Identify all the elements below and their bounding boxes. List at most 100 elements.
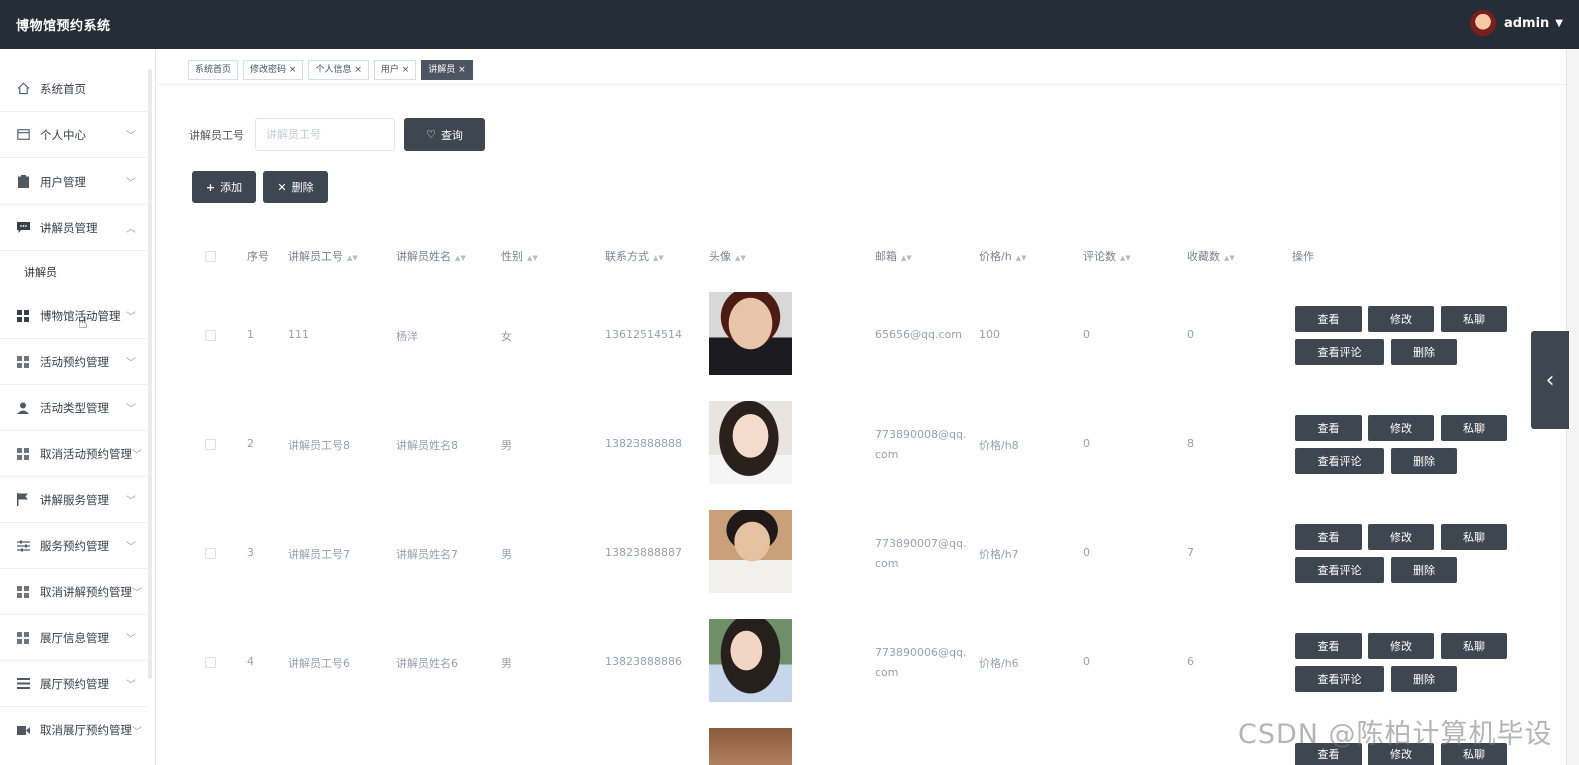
caret-down-icon[interactable]: ▼	[1555, 18, 1563, 29]
sidebar-item-guides[interactable]: 讲解员管理 ︿	[0, 205, 148, 251]
person-icon	[16, 401, 30, 415]
row-checkbox[interactable]	[205, 657, 216, 668]
chat-button[interactable]: 私聊	[1441, 415, 1507, 441]
guide-photo[interactable]	[709, 292, 792, 375]
sidebar-item-activity-booking[interactable]: 活动预约管理 ﹀	[0, 339, 148, 385]
th-favorites[interactable]: 收藏数 ▲▼	[1187, 248, 1235, 264]
guide-photo[interactable]	[709, 401, 792, 484]
tab-home[interactable]: 系统首页	[188, 60, 239, 80]
row-checkbox[interactable]	[205, 330, 216, 341]
row-delete-button[interactable]: 删除	[1391, 448, 1457, 474]
view-button[interactable]: 查看	[1295, 524, 1362, 550]
tab-label: 讲解员	[428, 65, 456, 75]
chat-button[interactable]: 私聊	[1441, 633, 1507, 659]
sidebar-item-hall-info[interactable]: 展厅信息管理 ﹀	[0, 615, 148, 661]
view-button[interactable]: 查看	[1295, 415, 1362, 441]
sidebar-item-home[interactable]: 系统首页	[0, 66, 148, 112]
sidebar-subitem-guides[interactable]: 讲解员	[0, 251, 148, 293]
cell-guide-id: 讲解员工号8	[288, 439, 350, 452]
sidebar-item-label: 讲解服务管理	[40, 492, 109, 507]
th-index: 序号	[247, 248, 269, 264]
tab-users[interactable]: 用户 ×	[373, 60, 417, 80]
view-reviews-button[interactable]: 查看评论	[1295, 339, 1384, 365]
row-delete-button[interactable]: 删除	[1391, 557, 1457, 583]
close-icon[interactable]: ×	[399, 65, 410, 75]
username[interactable]: admin	[1504, 16, 1549, 31]
row-delete-button[interactable]: 删除	[1391, 339, 1457, 365]
chevron-down-icon: ﹀	[132, 588, 142, 599]
avatar[interactable]	[1469, 10, 1496, 36]
list-icon	[16, 677, 30, 691]
cell-guide-name: 讲解员姓名8	[396, 439, 458, 452]
sort-icon[interactable]: ▲▼	[527, 254, 538, 262]
sidebar-item-cancel-hall[interactable]: 取消展厅预约管理 ﹀	[0, 707, 148, 753]
sort-icon[interactable]: ▲▼	[455, 254, 466, 262]
tab-personal-info[interactable]: 个人信息 ×	[308, 60, 369, 80]
sort-icon[interactable]: ▲▼	[901, 254, 912, 262]
th-price[interactable]: 价格/h ▲▼	[979, 248, 1026, 264]
close-icon[interactable]: ×	[455, 65, 466, 75]
tab-bar: 系统首页 修改密码 × 个人信息 × 用户 × 讲解员 ×	[188, 60, 478, 80]
search-button[interactable]: ♡ 查询	[404, 118, 485, 151]
view-button[interactable]: 查看	[1295, 633, 1362, 659]
cell-email: 65656@qq.com	[875, 328, 962, 341]
row-checkbox[interactable]	[205, 548, 216, 559]
guide-photo[interactable]	[709, 510, 792, 593]
sidebar-item-label: 活动类型管理	[40, 400, 109, 415]
add-button[interactable]: + 添加	[192, 171, 256, 203]
sidebar-item-museum-activity[interactable]: 博物馆活动管理 ﹀	[0, 293, 148, 339]
sort-icon[interactable]: ▲▼	[653, 254, 664, 262]
drawer-toggle[interactable]: ‹	[1531, 331, 1569, 429]
sidebar-item-cancel-guide[interactable]: 取消讲解预约管理 ﹀	[0, 569, 148, 615]
sidebar-item-hall-booking[interactable]: 展厅预约管理 ﹀	[0, 661, 148, 707]
th-avatar[interactable]: 头像 ▲▼	[709, 248, 746, 264]
th-phone[interactable]: 联系方式 ▲▼	[605, 248, 664, 264]
guide-photo[interactable]	[709, 619, 792, 702]
sidebar-item-users[interactable]: 用户管理 ﹀	[0, 159, 148, 205]
sidebar-item-activity-type[interactable]: 活动类型管理 ﹀	[0, 385, 148, 431]
delete-button[interactable]: ✕ 删除	[263, 171, 328, 203]
sidebar-item-service-booking[interactable]: 服务预约管理 ﹀	[0, 523, 148, 569]
sort-icon[interactable]: ▲▼	[1224, 254, 1235, 262]
cell-gender: 女	[501, 330, 512, 343]
chat-button[interactable]: 私聊	[1441, 524, 1507, 550]
grid-icon	[16, 355, 30, 369]
view-reviews-button[interactable]: 查看评论	[1295, 557, 1384, 583]
sort-icon[interactable]: ▲▼	[1016, 254, 1027, 262]
edit-button[interactable]: 修改	[1368, 633, 1434, 659]
cell-favorites: 7	[1187, 546, 1194, 559]
close-icon[interactable]: ×	[286, 65, 297, 75]
sidebar-scrollbar[interactable]	[148, 69, 152, 679]
chat-button[interactable]: 私聊	[1441, 306, 1507, 332]
select-all-checkbox[interactable]	[205, 251, 216, 262]
search-input[interactable]	[255, 118, 395, 151]
cell-favorites: 0	[1187, 328, 1194, 341]
th-email[interactable]: 邮箱 ▲▼	[875, 248, 912, 264]
sidebar-item-cancel-activity[interactable]: 取消活动预约管理 ﹀	[0, 431, 148, 477]
edit-button[interactable]: 修改	[1368, 524, 1434, 550]
edit-button[interactable]: 修改	[1368, 415, 1434, 441]
tab-change-password[interactable]: 修改密码 ×	[243, 60, 304, 80]
sort-icon[interactable]: ▲▼	[1120, 254, 1131, 262]
close-icon[interactable]: ×	[351, 65, 362, 75]
th-guide-id[interactable]: 讲解员工号 ▲▼	[288, 248, 358, 264]
close-icon: ✕	[277, 180, 287, 194]
view-button[interactable]: 查看	[1295, 306, 1362, 332]
th-comments[interactable]: 评论数 ▲▼	[1083, 248, 1131, 264]
view-reviews-button[interactable]: 查看评论	[1295, 448, 1384, 474]
tab-guides[interactable]: 讲解员 ×	[421, 60, 473, 80]
row-checkbox[interactable]	[205, 439, 216, 450]
tab-label: 系统首页	[195, 65, 232, 75]
sort-icon[interactable]: ▲▼	[347, 254, 358, 262]
th-gender[interactable]: 性别 ▲▼	[501, 248, 538, 264]
sidebar-item-personal[interactable]: 个人中心 ﹀	[0, 112, 148, 158]
sidebar-item-guide-service[interactable]: 讲解服务管理 ﹀	[0, 477, 148, 523]
row-delete-button[interactable]: 删除	[1391, 666, 1457, 692]
guide-photo[interactable]	[709, 728, 792, 765]
cell-guide-id: 讲解员工号7	[288, 548, 350, 561]
user-menu[interactable]: admin ▼	[1469, 10, 1563, 36]
sort-icon[interactable]: ▲▼	[735, 254, 746, 262]
th-guide-name[interactable]: 讲解员姓名 ▲▼	[396, 248, 466, 264]
edit-button[interactable]: 修改	[1368, 306, 1434, 332]
view-reviews-button[interactable]: 查看评论	[1295, 666, 1384, 692]
